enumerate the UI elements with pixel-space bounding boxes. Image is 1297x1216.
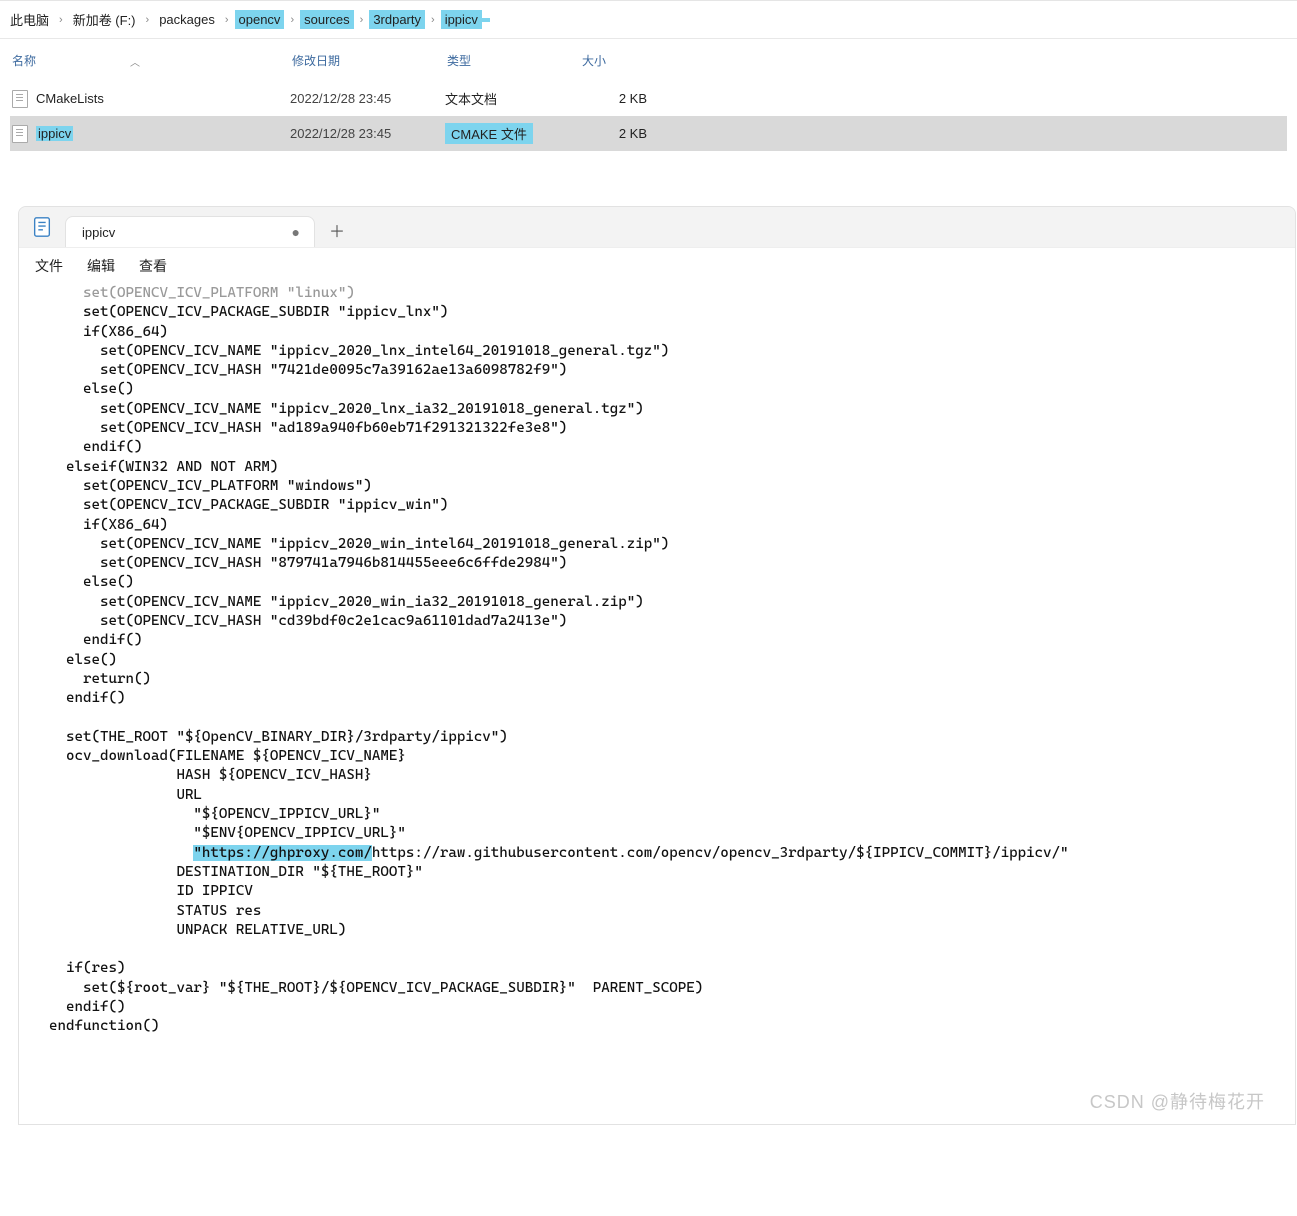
code-line: set(OPENCV_ICV_NAME "ippicv_2020_win_int… [49,535,1295,554]
menu-view[interactable]: 查看 [139,256,167,276]
menu-file[interactable]: 文件 [35,256,63,276]
file-date: 2022/12/28 23:45 [290,126,445,141]
file-size: 2 KB [580,91,655,106]
chevron-right-icon: › [140,14,156,26]
chevron-right-icon: › [219,14,235,26]
file-name: CMakeLists [36,91,104,106]
tab-ippicv[interactable]: ippicv ● [65,216,315,247]
code-line: "${OPENCV_IPPICV_URL}" [49,805,1295,824]
chevron-right-icon: › [354,14,370,26]
file-list-header: 名称 ︿ 修改日期 类型 大小 [10,39,1287,81]
code-line: set(OPENCV_ICV_NAME "ippicv_2020_lnx_int… [49,342,1295,361]
breadcrumb-item[interactable]: 新加卷 (F:) [69,8,140,31]
column-type[interactable]: 类型 [445,52,580,69]
code-line: set(OPENCV_ICV_PLATFORM "windows") [49,477,1295,496]
code-line: if(X86_64) [49,516,1295,535]
menu-bar: 文件 编辑 查看 [19,247,1295,284]
tab-bar: ippicv ● ＋ [19,207,1295,247]
code-line: else() [49,651,1295,670]
tab-modified-icon[interactable]: ● [280,224,300,240]
column-name[interactable]: 名称 ︿ [10,52,290,69]
code-line: endif() [49,631,1295,650]
tab-title: ippicv [82,225,115,240]
code-line: set(OPENCV_ICV_PACKAGE_SUBDIR "ippicv_wi… [49,496,1295,515]
code-line: ID IPPICV [49,882,1295,901]
code-line: endfunction() [49,1017,1295,1036]
table-row[interactable]: ippicv 2022/12/28 23:45CMAKE 文件 2 KB [10,116,1287,151]
code-line: elseif(WIN32 AND NOT ARM) [49,458,1295,477]
file-type: 文本文档 [445,92,497,107]
chevron-right-icon: › [53,14,69,26]
code-line: endif() [49,689,1295,708]
code-line: else() [49,380,1295,399]
code-line: set(OPENCV_ICV_HASH "879741a7946b814455e… [49,554,1295,573]
code-line: if(X86_64) [49,323,1295,342]
column-size[interactable]: 大小 [580,52,655,69]
code-line: set(${root_var} "${THE_ROOT}/${OPENCV_IC… [49,979,1295,998]
breadcrumb-item[interactable]: sources [300,10,354,29]
code-line: if(res) [49,959,1295,978]
file-size: 2 KB [580,126,655,141]
code-line: "$ENV{OPENCV_IPPICV_URL}" [49,824,1295,843]
file-list: 名称 ︿ 修改日期 类型 大小 CMakeLists 2022/12/28 23:… [0,39,1297,161]
breadcrumb[interactable]: 此电脑›新加卷 (F:)›packages›opencv›sources›3rd… [0,1,1297,39]
code-line: URL [49,786,1295,805]
sort-indicator-icon: ︿ [130,54,140,69]
breadcrumb-selection-pad [482,18,490,22]
document-icon [12,90,28,108]
menu-edit[interactable]: 编辑 [87,256,115,276]
document-icon [12,125,28,143]
notepad-app-icon [31,216,53,238]
breadcrumb-item[interactable]: packages [155,10,219,29]
code-line [49,940,1295,959]
code-line: set(THE_ROOT "${OpenCV_BINARY_DIR}/3rdpa… [49,728,1295,747]
code-line: set(OPENCV_ICV_HASH "ad189a940fb60eb71f2… [49,419,1295,438]
code-line: DESTINATION_DIR "${THE_ROOT}" [49,863,1295,882]
breadcrumb-item[interactable]: 此电脑 [6,8,53,31]
column-date[interactable]: 修改日期 [290,52,445,69]
code-line: STATUS res [49,902,1295,921]
code-line: set(OPENCV_ICV_NAME "ippicv_2020_lnx_ia3… [49,400,1295,419]
code-line: HASH ${OPENCV_ICV_HASH} [49,766,1295,785]
file-name: ippicv [36,126,73,141]
code-line: set(OPENCV_ICV_HASH "7421de0095c7a39162a… [49,361,1295,380]
notepad-window: ippicv ● ＋ 文件 编辑 查看 set(OPENCV_ICV_PLATF… [18,206,1296,1125]
code-line: endif() [49,998,1295,1017]
code-line: set(OPENCV_ICV_HASH "cd39bdf0c2e1cac9a61… [49,612,1295,631]
watermark: CSDN @静待梅花开 [1090,1093,1265,1112]
code-line: set(OPENCV_ICV_NAME "ippicv_2020_win_ia3… [49,593,1295,612]
file-type: CMAKE 文件 [445,123,533,144]
code-line: "https://ghproxy.com/https://raw.githubu… [49,844,1295,863]
table-row[interactable]: CMakeLists 2022/12/28 23:45文本文档 2 KB [10,81,1287,116]
code-editor[interactable]: set(OPENCV_ICV_PLATFORM "linux") set(OPE… [19,284,1295,1124]
code-line: else() [49,573,1295,592]
chevron-right-icon: › [425,14,441,26]
breadcrumb-item[interactable]: 3rdparty [369,10,425,29]
file-date: 2022/12/28 23:45 [290,91,445,106]
file-explorer: 此电脑›新加卷 (F:)›packages›opencv›sources›3rd… [0,0,1297,161]
breadcrumb-item[interactable]: opencv [235,10,285,29]
code-line: set(OPENCV_ICV_PLATFORM "linux") [49,284,1295,303]
code-line: set(OPENCV_ICV_PACKAGE_SUBDIR "ippicv_ln… [49,303,1295,322]
code-line: return() [49,670,1295,689]
breadcrumb-item[interactable]: ippicv [441,10,482,29]
code-line: ocv_download(FILENAME ${OPENCV_ICV_NAME} [49,747,1295,766]
new-tab-button[interactable]: ＋ [319,212,355,248]
code-line: endif() [49,438,1295,457]
code-line [49,709,1295,728]
code-line: UNPACK RELATIVE_URL) [49,921,1295,940]
chevron-right-icon: › [284,14,300,26]
